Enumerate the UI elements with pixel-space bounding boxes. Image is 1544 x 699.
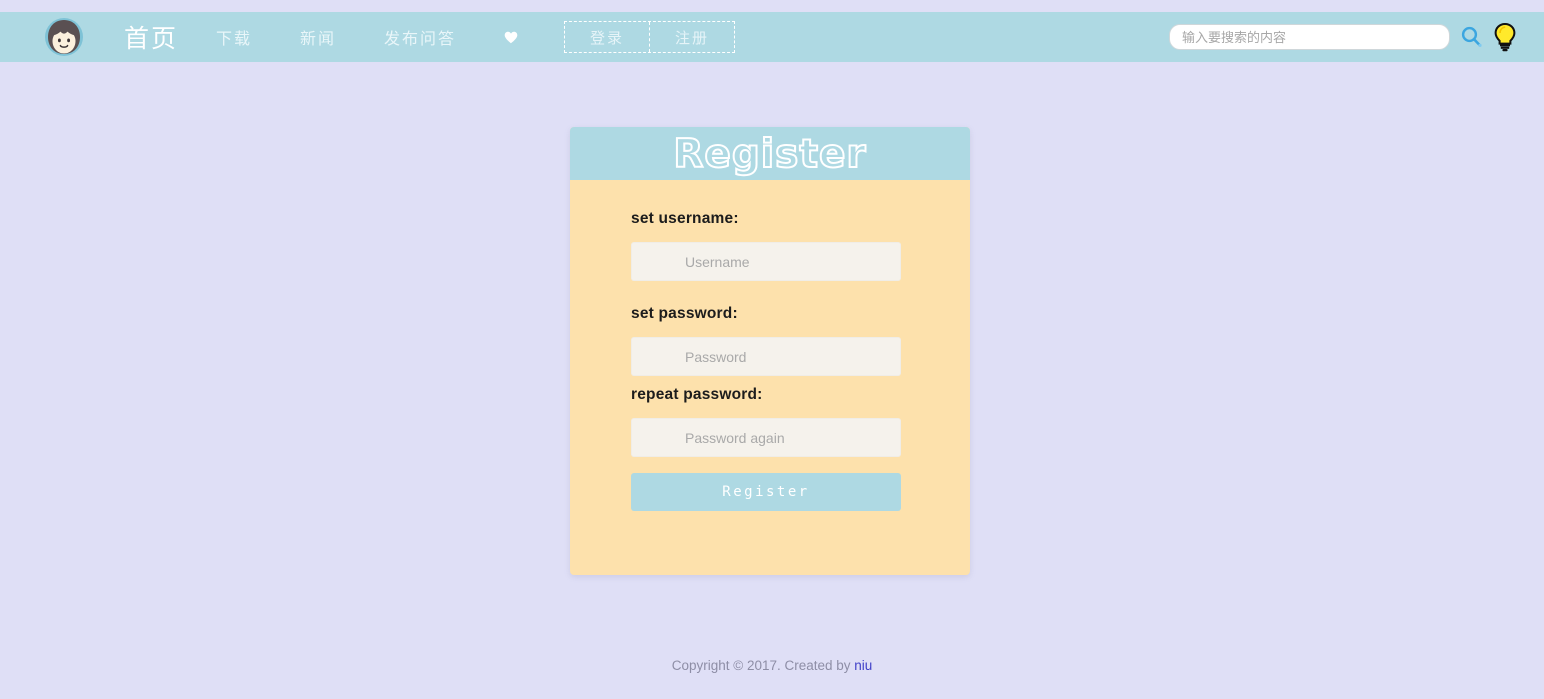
lightbulb-icon[interactable] [1488,20,1522,54]
search-area [1169,20,1528,54]
footer-author-link[interactable]: niu [854,658,872,673]
nav-item-news[interactable]: 新闻 [276,25,360,49]
register-button[interactable]: 注册 [650,22,734,52]
username-input[interactable] [631,242,901,281]
register-submit-button[interactable]: Register [631,473,901,511]
nav-item-post-qa[interactable]: 发布问答 [360,25,480,49]
search-icon[interactable] [1458,24,1484,50]
password-repeat-label: repeat password: [631,386,763,403]
heart-icon[interactable] [480,31,542,44]
auth-button-group: 登录 注册 [564,21,736,53]
footer: Copyright © 2017. Created by niu [0,658,1544,673]
footer-copyright-text: Copyright © 2017. Created by [671,658,855,673]
top-navbar: 首页 下载 新闻 发布问答 登录 注册 [0,12,1544,62]
login-button[interactable]: 登录 [565,22,651,52]
username-label: set username: [631,210,739,227]
nav-item-home[interactable]: 首页 [110,19,192,55]
register-card-header: Register [570,127,970,180]
nav-links: 首页 下载 新闻 发布问答 登录 注册 [110,19,736,55]
password-repeat-input[interactable] [631,418,901,457]
password-input[interactable] [631,337,901,376]
nav-item-download[interactable]: 下载 [192,25,276,49]
page-title: Register [672,132,867,177]
search-input[interactable] [1169,24,1450,50]
register-card: Register set username: set password: rep… [570,127,970,575]
register-form: set username: set password: repeat passw… [570,180,970,511]
brand-avatar-icon[interactable] [44,17,84,57]
password-label: set password: [631,305,738,322]
